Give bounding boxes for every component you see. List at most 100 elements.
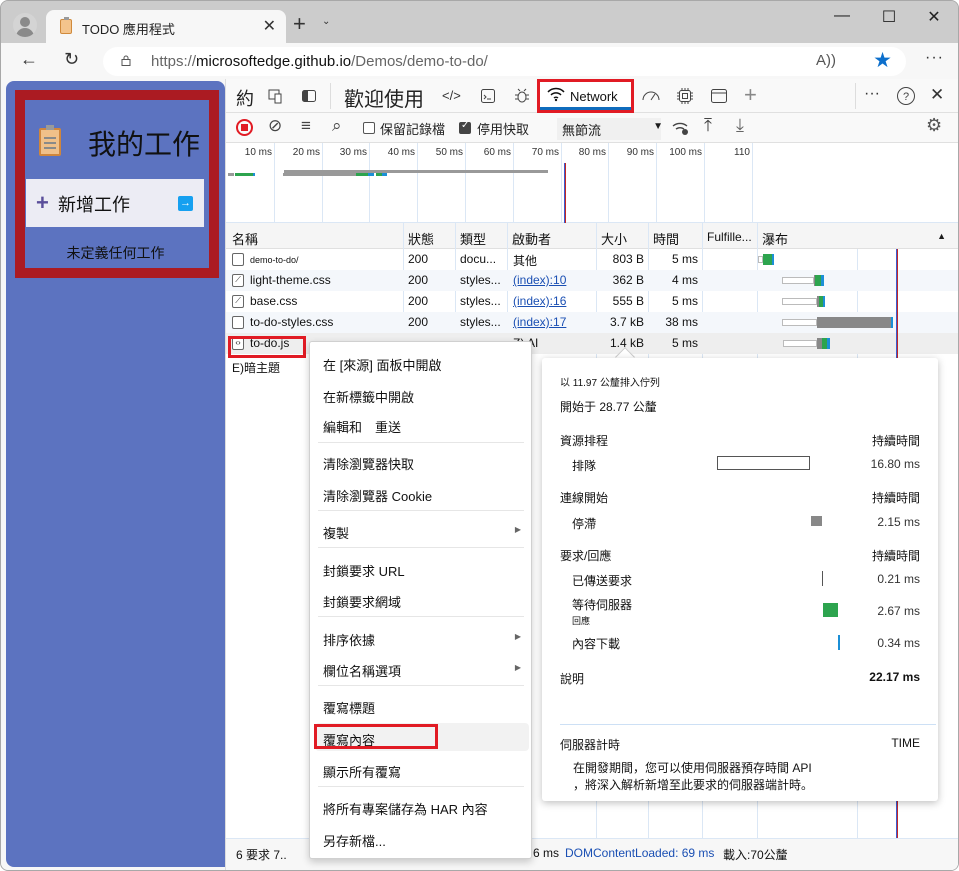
- request-initiator[interactable]: (index):10: [513, 273, 566, 287]
- request-name[interactable]: to-do-styles.css: [250, 315, 333, 329]
- tab-network[interactable]: Network: [537, 79, 634, 113]
- waterfall-bar: [782, 277, 814, 284]
- network-overview-timeline[interactable]: 10 ms 20 ms 30 ms 40 ms 50 ms 60 ms 70 ms 80 ms…: [226, 143, 958, 223]
- request-name[interactable]: demo-to-do/: [250, 255, 299, 265]
- add-task-input[interactable]: 新增工作: [58, 191, 130, 217]
- browser-window: TODO 應用程式 ✕ + ⌄ — ☐ ✕ ← ↻ https://micros…: [0, 0, 959, 871]
- tab-about[interactable]: 約: [236, 85, 254, 111]
- timing-label-download: 內容下載: [572, 637, 621, 651]
- device-emulation-icon[interactable]: [268, 88, 284, 104]
- waterfall-bar: [782, 298, 817, 305]
- minimize-button[interactable]: —: [827, 7, 857, 25]
- browser-menu-button[interactable]: ···: [925, 49, 944, 67]
- application-window-icon[interactable]: [710, 87, 728, 105]
- address-bar[interactable]: https://microsoftedge.github.io/Demos/de…: [103, 47, 906, 76]
- submenu-arrow-icon: ▶: [514, 525, 521, 534]
- window-close-button[interactable]: ✕: [919, 7, 949, 27]
- back-button[interactable]: ←: [20, 49, 38, 70]
- new-tab-button[interactable]: +: [293, 10, 306, 38]
- column-header-type[interactable]: 類型: [460, 229, 486, 248]
- context-menu-item[interactable]: 排序依據 ▶: [310, 623, 531, 651]
- timing-bar-waiting: [823, 603, 838, 617]
- sort-ascending-icon[interactable]: ▲: [937, 231, 946, 241]
- record-button[interactable]: [236, 119, 253, 136]
- network-conditions-icon[interactable]: [672, 120, 690, 136]
- overview-gridline: [465, 143, 466, 223]
- dock-side-icon[interactable]: [301, 88, 317, 104]
- search-icon[interactable]: ⌕: [332, 116, 342, 136]
- context-menu-item[interactable]: 將所有專案儲存為 HAR 內容: [310, 792, 531, 820]
- column-header-waterfall[interactable]: 瀑布: [762, 229, 788, 248]
- column-header-name[interactable]: 名稱: [232, 229, 258, 248]
- profile-avatar[interactable]: [13, 13, 37, 37]
- column-header-status[interactable]: 狀態: [408, 229, 434, 248]
- column-header-fulfilled[interactable]: Fulfille...: [707, 230, 752, 244]
- context-menu-item[interactable]: 顯示所有覆寫: [310, 755, 531, 783]
- request-time: 4 ms: [671, 273, 698, 287]
- help-icon[interactable]: ?: [896, 86, 916, 106]
- context-menu-item[interactable]: 另存新檔...: [310, 824, 531, 852]
- disable-cache-checkbox[interactable]: [459, 120, 471, 134]
- filter-icon[interactable]: ≡: [301, 116, 311, 136]
- elements-tab-icon[interactable]: </>: [442, 88, 461, 103]
- context-menu-item[interactable]: 欄位名稱選項 ▶: [310, 654, 531, 682]
- table-row[interactable]: ⟋ light-theme.css 200 styles... (index):10 36…: [226, 270, 958, 291]
- context-menu-item[interactable]: 在 [來源] 面板中開啟: [310, 348, 531, 376]
- context-menu-item[interactable]: 清除瀏覽器快取: [310, 447, 531, 475]
- context-menu-item[interactable]: 封鎖要求網域: [310, 585, 531, 613]
- request-initiator[interactable]: (index):17: [513, 315, 566, 329]
- add-task-row[interactable]: + 新增工作 →: [26, 179, 204, 227]
- section-title-connection: 連線開始: [560, 491, 609, 505]
- table-row[interactable]: demo-to-do/200 docu... 其他 803 B 5 ms: [226, 249, 958, 270]
- context-menu-item[interactable]: 覆寫標題: [310, 691, 531, 719]
- maximize-button[interactable]: ☐: [874, 7, 904, 27]
- column-header-initiator[interactable]: 啟動者: [512, 229, 551, 248]
- context-menu-item[interactable]: 封鎖要求 URL: [310, 554, 531, 582]
- clipboard-icon: [39, 125, 61, 156]
- context-menu-item[interactable]: 在新標籤中開啟: [310, 380, 531, 408]
- menu-item-label: 顯示所有覆寫: [323, 765, 402, 780]
- overview-tick-label: 40 ms: [387, 147, 415, 158]
- url-text[interactable]: https://microsoftedge.github.io/Demos/de…: [151, 53, 488, 70]
- context-menu-item[interactable]: 清除瀏覽器 Cookie: [310, 479, 531, 507]
- throttling-select[interactable]: 無節流 ▼: [557, 118, 663, 140]
- preserve-log-checkbox[interactable]: [363, 122, 375, 134]
- submit-arrow-button[interactable]: →: [178, 196, 193, 211]
- url-scheme: https://: [151, 53, 197, 70]
- column-header-time[interactable]: 時間: [653, 229, 679, 248]
- request-initiator[interactable]: (index):16: [513, 294, 566, 308]
- browser-tab[interactable]: TODO 應用程式 ✕: [46, 10, 286, 43]
- import-har-icon[interactable]: ⤒: [704, 115, 712, 136]
- add-tool-button[interactable]: +: [744, 82, 757, 108]
- section-title-request-response: 要求/回應: [560, 549, 612, 563]
- console-tab-icon[interactable]: [480, 88, 496, 104]
- sources-bug-icon[interactable]: [513, 87, 531, 105]
- performance-gauge-icon[interactable]: [641, 88, 661, 102]
- table-row[interactable]: ⟋ base.css 200 styles... (index):16 555 B 5 ms: [226, 291, 958, 312]
- devtools-more-button[interactable]: ···: [864, 85, 880, 103]
- network-settings-icon[interactable]: ⚙: [926, 115, 942, 136]
- tab-close-icon[interactable]: ✕: [263, 16, 276, 36]
- request-name[interactable]: base.css: [250, 294, 297, 308]
- clear-button[interactable]: ⊘: [268, 116, 282, 136]
- tab-actions-chevron-icon[interactable]: ⌄: [322, 16, 330, 27]
- request-name[interactable]: light-theme.css: [250, 273, 331, 287]
- export-har-icon[interactable]: ⤓: [736, 115, 744, 136]
- refresh-button[interactable]: ↻: [64, 49, 79, 70]
- column-header-size[interactable]: 大小: [601, 229, 627, 248]
- menu-separator: [318, 616, 524, 617]
- menu-separator: [318, 547, 524, 548]
- list-item[interactable]: E)暗主題: [232, 359, 280, 376]
- context-menu-item[interactable]: 複製 ▶: [310, 516, 531, 544]
- context-menu-item[interactable]: 編輯和 重送: [310, 410, 531, 438]
- devtools-close-button[interactable]: ✕: [930, 85, 944, 105]
- lock-icon[interactable]: [121, 55, 131, 66]
- read-aloud-icon[interactable]: A)): [816, 52, 836, 69]
- overview-request-bar: [283, 173, 356, 176]
- favorite-star-icon[interactable]: ★: [873, 48, 892, 73]
- overview-tick-label: 80 ms: [578, 147, 606, 158]
- memory-chip-icon[interactable]: [676, 87, 694, 105]
- table-row[interactable]: to-do-styles.css 200 styles... (index):17 3.…: [226, 312, 958, 333]
- tab-welcome[interactable]: 歡迎使用: [344, 83, 424, 112]
- todo-app: 我的工作 + 新增工作 → 未定義任何工作: [6, 81, 225, 867]
